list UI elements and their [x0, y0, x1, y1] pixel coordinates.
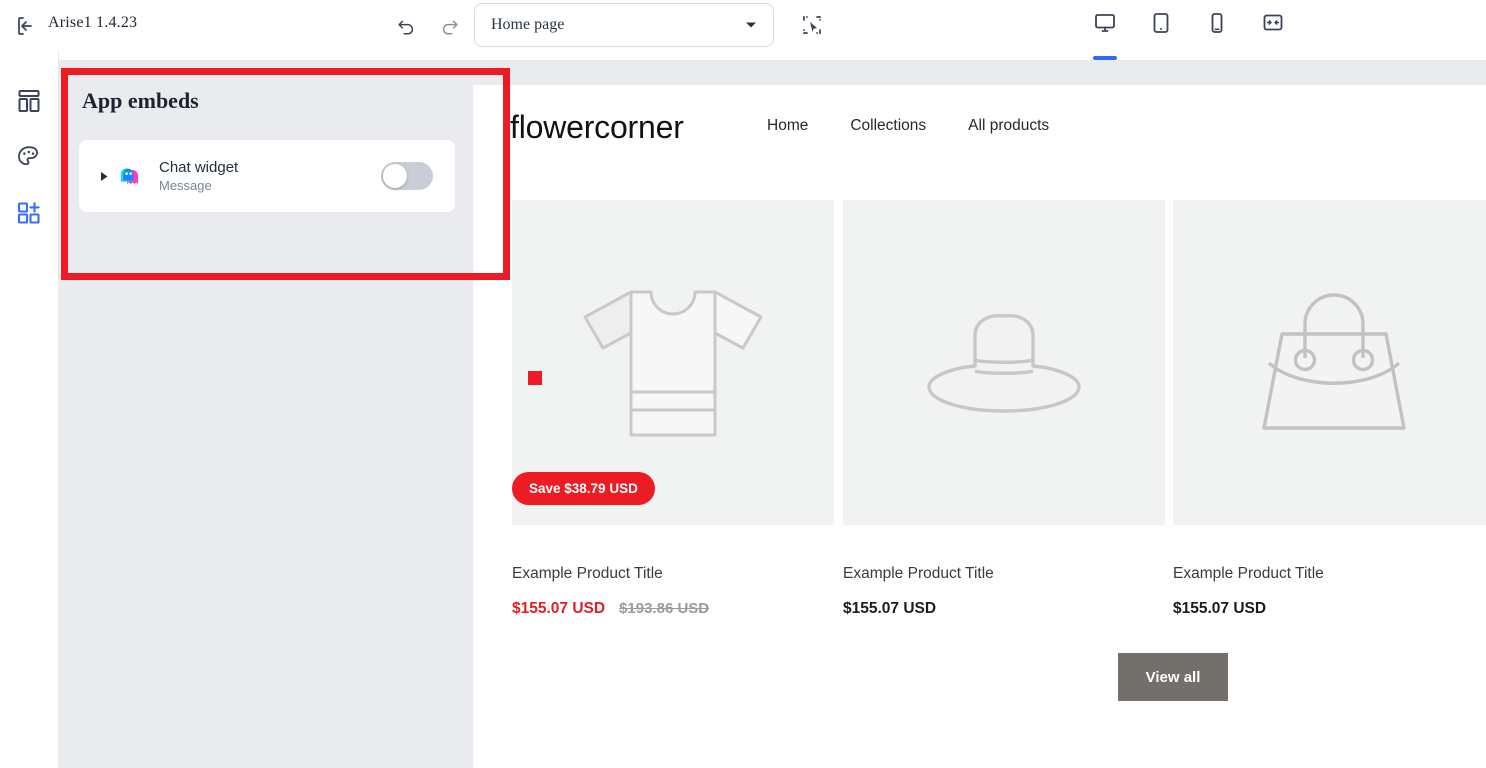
- triangle-right-icon[interactable]: [93, 171, 115, 182]
- product-price: $155.07 USD: [512, 600, 606, 617]
- editor-sidebar-rail: [0, 52, 59, 768]
- annotation-marker-square: [528, 371, 542, 385]
- product-image-placeholder[interactable]: [843, 200, 1165, 525]
- product-price-row: $155.07 USD: [1173, 600, 1486, 618]
- sidebar-item-app-embeds[interactable]: [14, 198, 44, 228]
- product-card[interactable]: Example Product Title $155.07 USD: [1173, 200, 1486, 618]
- product-card[interactable]: Example Product Title $155.07 USD: [843, 200, 1165, 618]
- view-all-button[interactable]: View all: [1118, 653, 1228, 701]
- mobile-phone-icon: [1211, 13, 1223, 33]
- sidebar-item-sections[interactable]: [14, 86, 44, 116]
- exit-left-icon: [18, 17, 32, 35]
- tablet-icon: [1153, 13, 1169, 33]
- app-embed-name: Chat widget: [159, 158, 239, 176]
- device-desktop-button[interactable]: [1090, 8, 1120, 60]
- app-embed-subtitle: Message: [159, 177, 212, 193]
- chevron-down-icon: [745, 16, 757, 34]
- undo-arrow-icon: [398, 20, 414, 35]
- product-price-row: $155.07 USD $193.86 USD: [512, 600, 834, 618]
- storefront-header: flowercorner Home Collections All produc…: [473, 85, 1486, 200]
- nav-link-home[interactable]: Home: [767, 117, 808, 135]
- redo-button[interactable]: [436, 12, 464, 40]
- exit-editor-button[interactable]: [14, 13, 40, 39]
- toggle-knob: [383, 164, 407, 188]
- product-price: $155.07 USD: [843, 600, 937, 617]
- product-title[interactable]: Example Product Title: [843, 565, 1165, 583]
- product-compare-price: $193.86 USD: [619, 600, 710, 617]
- store-logo[interactable]: flowercorner: [510, 109, 684, 146]
- app-embed-text: Chat widget Message: [159, 158, 381, 195]
- panel-heading: App embeds: [82, 88, 199, 113]
- product-title[interactable]: Example Product Title: [1173, 565, 1486, 583]
- product-card[interactable]: Save $38.79 USD Example Product Title $1…: [512, 200, 834, 618]
- nav-link-all-products[interactable]: All products: [968, 117, 1049, 135]
- nav-link-collections[interactable]: Collections: [850, 117, 926, 135]
- device-tablet-button[interactable]: [1146, 8, 1176, 38]
- app-embed-enable-toggle[interactable]: [381, 162, 433, 190]
- device-fullscreen-button[interactable]: [1258, 8, 1288, 38]
- product-price-row: $155.07 USD: [843, 600, 1165, 618]
- device-preview-toggle-group: [1090, 8, 1288, 60]
- page-selector-dropdown[interactable]: Home page: [474, 3, 774, 47]
- theme-editor-window: Arise1 1.4.23 Home page App embeds Chat …: [0, 0, 1486, 768]
- product-image-placeholder[interactable]: Save $38.79 USD: [512, 200, 834, 525]
- product-image-placeholder[interactable]: [1173, 200, 1486, 525]
- chat-widget-ghost-icon: [117, 163, 143, 189]
- apps-grid-plus-icon: [17, 202, 40, 224]
- redo-arrow-icon: [442, 20, 458, 35]
- product-price: $155.07 USD: [1173, 600, 1267, 617]
- fullscreen-expand-icon: [1263, 14, 1283, 31]
- page-title: Arise1 1.4.23: [48, 14, 138, 31]
- tshirt-placeholder-icon: [583, 290, 763, 437]
- undo-button[interactable]: [392, 12, 420, 40]
- app-embed-list-item[interactable]: Chat widget Message: [79, 140, 455, 212]
- featured-products-grid: Save $38.79 USD Example Product Title $1…: [473, 200, 1486, 768]
- sidebar-item-theme-settings[interactable]: [14, 142, 44, 172]
- page-selector-value: Home page: [491, 16, 565, 33]
- inspect-select-tool-button[interactable]: [797, 10, 827, 40]
- preview-top-strip: [473, 60, 1486, 85]
- device-mobile-button[interactable]: [1202, 8, 1232, 38]
- sale-badge: Save $38.79 USD: [512, 472, 655, 505]
- layout-sections-icon: [18, 90, 40, 112]
- app-embeds-panel: App embeds Chat widget Message: [59, 60, 473, 768]
- marquee-select-icon: [803, 16, 821, 34]
- top-toolbar: Arise1 1.4.23 Home page: [0, 0, 1486, 60]
- storefront-nav: Home Collections All products: [767, 117, 1049, 135]
- desktop-monitor-icon: [1095, 14, 1115, 32]
- palette-icon: [18, 146, 38, 166]
- hat-placeholder-icon: [926, 313, 1081, 413]
- product-title[interactable]: Example Product Title: [512, 565, 834, 583]
- handbag-placeholder-icon: [1262, 292, 1406, 430]
